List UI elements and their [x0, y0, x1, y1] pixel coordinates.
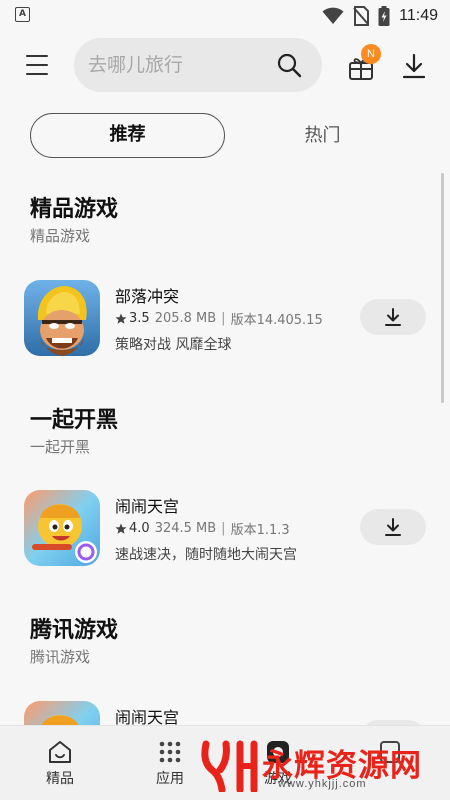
- battery-charging-icon: [378, 6, 390, 26]
- gift-badge: N: [361, 44, 381, 64]
- app-row-clash-of-clans[interactable]: 部落冲突 3.5 205.8 MB | 版本14.405.15 策略对战 风靡全…: [24, 280, 426, 360]
- bottom-nav: 精品 应用 游戏: [0, 725, 450, 800]
- download-icon: [385, 518, 401, 536]
- nav-item-featured[interactable]: 精品: [15, 726, 105, 800]
- app-description: 速战速决，随时随地大闹天宫: [115, 547, 297, 563]
- menu-icon[interactable]: [22, 52, 52, 78]
- tab-recommend[interactable]: 推荐: [30, 113, 225, 158]
- app-version: 版本14.405.15: [230, 313, 323, 328]
- nav-item-games[interactable]: 游戏: [233, 726, 323, 800]
- star-icon: [115, 523, 127, 534]
- section-title: 腾讯游戏: [30, 618, 119, 643]
- app-size: 324.5 MB: [154, 521, 217, 536]
- nav-label: 游戏: [264, 771, 292, 787]
- top-bar: N: [0, 36, 450, 94]
- app-name: 闹闹天宫: [115, 497, 180, 516]
- home-icon: [49, 741, 71, 763]
- app-name: 部落冲突: [115, 287, 180, 306]
- app-meta: 3.5 205.8 MB | 版本14.405.15: [115, 309, 323, 328]
- rank-icon: [380, 741, 400, 763]
- tab-hot[interactable]: 热门: [225, 113, 420, 158]
- status-bar: A 11:49: [0, 0, 450, 32]
- section-play-together: 一起开黑 一起开黑: [30, 407, 410, 457]
- star-icon: [115, 313, 127, 324]
- status-icons: 11:49: [322, 5, 438, 27]
- app-row-nao-nao-tian-gong[interactable]: 闹闹天宫 4.0 324.5 MB | 版本1.1.3 速战速决，随时随地大闹天…: [24, 490, 426, 570]
- search-icon[interactable]: [276, 52, 302, 78]
- download-button[interactable]: [360, 509, 426, 545]
- meta-divider: |: [221, 311, 226, 326]
- nao-nao-tian-gong-icon: [24, 490, 100, 566]
- download-icon[interactable]: [400, 52, 428, 80]
- accessibility-app-icon: A: [15, 7, 30, 22]
- apps-grid-icon: [159, 741, 181, 763]
- section-subtitle: 精品游戏: [30, 227, 91, 245]
- app-meta: 4.0 324.5 MB | 版本1.1.3: [115, 519, 290, 538]
- nav-label: 精品: [46, 771, 74, 787]
- app-description: 策略对战 风靡全球: [115, 337, 232, 353]
- app-rating: 4.0: [129, 521, 150, 536]
- section-premium-games: 精品游戏 精品游戏: [30, 196, 410, 246]
- app-size: 205.8 MB: [154, 311, 217, 326]
- app-version: 版本1.1.3: [230, 523, 290, 538]
- nav-item-apps[interactable]: 应用: [125, 726, 215, 800]
- section-subtitle: 腾讯游戏: [30, 648, 91, 666]
- wifi-icon: [322, 7, 344, 24]
- nav-item-rank[interactable]: [345, 726, 435, 800]
- app-rating: 3.5: [129, 311, 150, 326]
- scrollbar[interactable]: [441, 173, 444, 403]
- nav-label: 应用: [156, 771, 184, 787]
- game-icon: [267, 741, 289, 763]
- search-box[interactable]: [74, 38, 322, 92]
- section-tencent-games: 腾讯游戏 腾讯游戏: [30, 617, 410, 667]
- section-title: 精品游戏: [30, 197, 119, 222]
- download-button[interactable]: [360, 299, 426, 335]
- download-icon: [385, 308, 401, 326]
- clash-of-clans-icon: [24, 280, 100, 356]
- section-subtitle: 一起开黑: [30, 438, 91, 456]
- status-time: 11:49: [399, 7, 438, 24]
- no-sim-icon: [353, 6, 370, 26]
- meta-divider: |: [221, 521, 226, 536]
- section-title: 一起开黑: [30, 408, 119, 433]
- search-input[interactable]: [88, 52, 268, 78]
